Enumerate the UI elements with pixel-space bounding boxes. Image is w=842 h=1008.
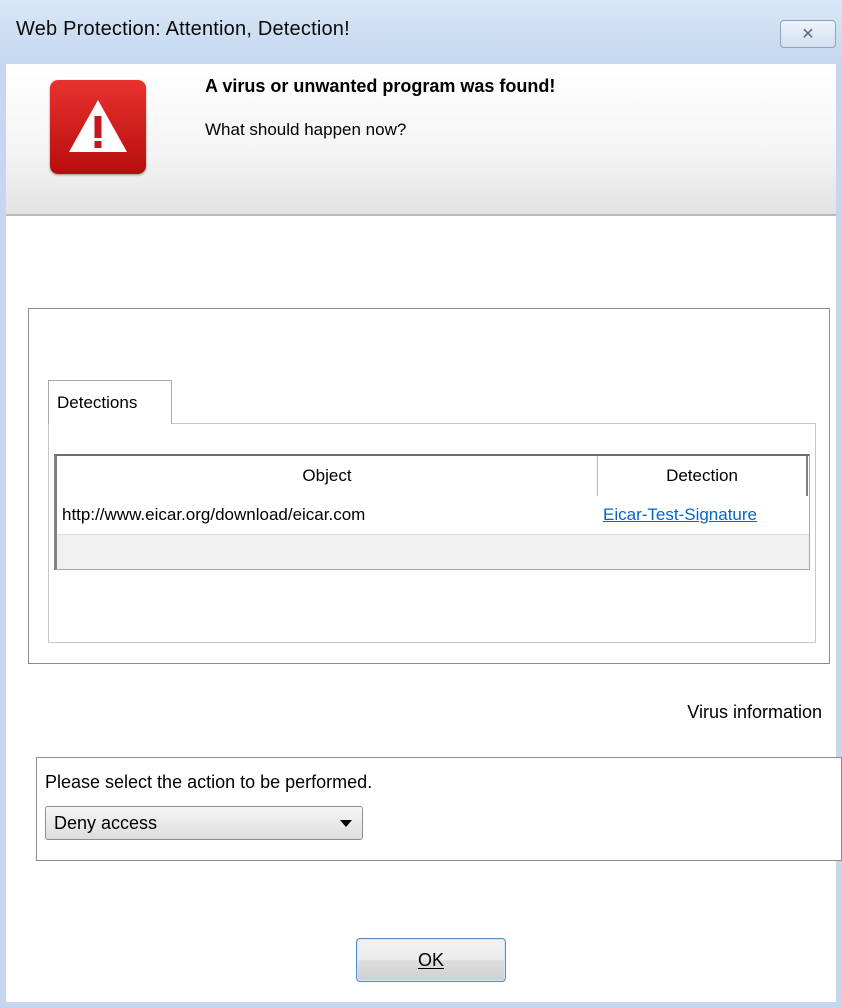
action-select-value: Deny access xyxy=(54,813,158,833)
chevron-down-icon xyxy=(340,820,352,827)
column-header-detection[interactable]: Detection xyxy=(598,456,808,496)
ok-button-label: OK xyxy=(417,949,444,970)
action-label: Please select the action to be performed… xyxy=(45,772,373,792)
detection-link[interactable]: Eicar-Test-Signature xyxy=(603,505,757,525)
table-row[interactable]: http://www.eicar.org/download/eicar.com … xyxy=(57,496,809,535)
close-button[interactable]: ✕ xyxy=(780,20,836,48)
table-header: Object Detection xyxy=(57,456,809,497)
ok-button[interactable]: OK xyxy=(356,938,506,982)
alert-header: A virus or unwanted program was found! W… xyxy=(6,64,836,216)
tab-detections[interactable]: Detections xyxy=(48,380,172,424)
dialog-window: Web Protection: Attention, Detection! ✕ … xyxy=(0,0,842,1008)
virus-information-link[interactable]: Virus information xyxy=(687,702,822,723)
alert-title: A virus or unwanted program was found! xyxy=(205,76,556,96)
title-bar[interactable]: Web Protection: Attention, Detection! ✕ xyxy=(0,0,842,64)
cell-object: http://www.eicar.org/download/eicar.com xyxy=(62,505,366,524)
action-select[interactable]: Deny access xyxy=(45,806,363,840)
alert-warning-icon xyxy=(50,80,146,174)
window-title: Web Protection: Attention, Detection! xyxy=(16,18,350,40)
close-icon: ✕ xyxy=(801,26,815,43)
alert-subtitle: What should happen now? xyxy=(205,120,407,139)
detections-table: Object Detection http://www.eicar.org/do… xyxy=(54,454,810,570)
column-header-object[interactable]: Object xyxy=(57,456,598,496)
action-group: Please select the action to be performed… xyxy=(36,757,842,861)
